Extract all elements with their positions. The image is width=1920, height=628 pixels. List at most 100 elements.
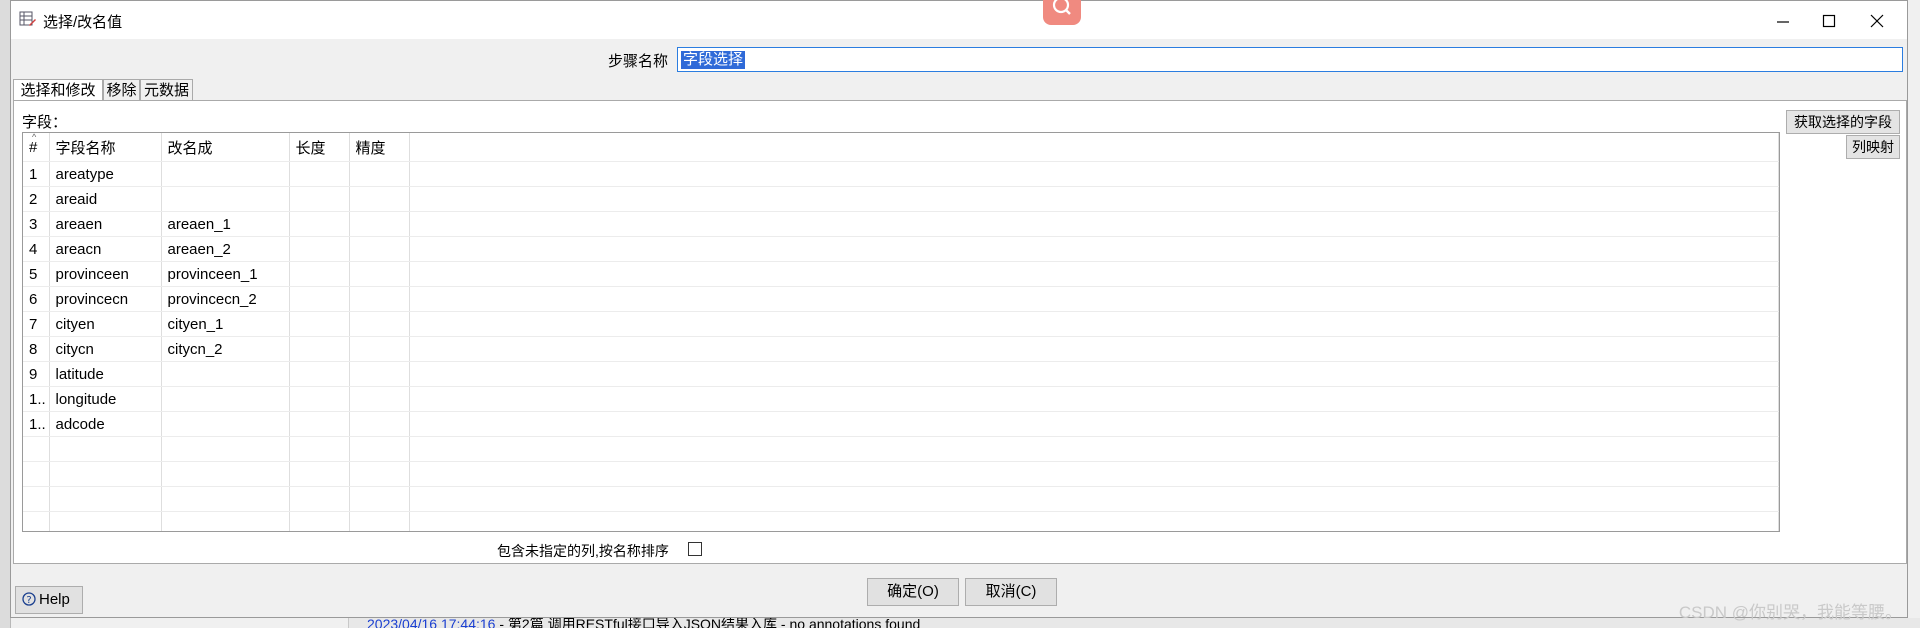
cell-length[interactable] (289, 461, 350, 487)
cell-precision[interactable] (349, 161, 410, 187)
cell-length[interactable] (289, 286, 350, 312)
table-row[interactable]: 1.. adcode (23, 411, 1779, 437)
log-timestamp-link[interactable]: 2023/04/16 17:44:16 (367, 618, 495, 628)
minimize-button[interactable] (1761, 5, 1805, 35)
cell-length[interactable] (289, 236, 350, 262)
cell-num[interactable]: 4 (23, 236, 50, 262)
cell-name[interactable]: provinceen (49, 261, 162, 287)
cell-rename[interactable]: areaen_1 (161, 211, 290, 237)
empty-table-row[interactable] (23, 436, 1779, 462)
cell-num[interactable]: 2 (23, 186, 50, 212)
empty-table-row[interactable] (23, 511, 1779, 531)
cell-name[interactable] (49, 486, 162, 512)
cell-rename[interactable]: areaen_2 (161, 236, 290, 262)
maximize-button[interactable] (1807, 5, 1851, 35)
cell-length[interactable] (289, 261, 350, 287)
cell-rename[interactable]: provinceen_1 (161, 261, 290, 287)
cell-rename[interactable] (161, 186, 290, 212)
step-name-input[interactable]: 字段选择 (677, 47, 1903, 72)
cell-length[interactable] (289, 511, 350, 531)
cell-num[interactable] (23, 511, 50, 531)
cell-precision[interactable] (349, 311, 410, 337)
cell-rename[interactable]: citycn_2 (161, 336, 290, 362)
cell-rename[interactable] (161, 461, 290, 487)
include-unspecified-checkbox[interactable] (688, 542, 702, 556)
cell-precision[interactable] (349, 386, 410, 412)
cell-name[interactable]: areaid (49, 186, 162, 212)
cell-name[interactable]: citycn (49, 336, 162, 362)
cell-name[interactable]: areaen (49, 211, 162, 237)
col-header-field-name[interactable]: 字段名称 (49, 133, 162, 162)
cell-length[interactable] (289, 361, 350, 387)
table-row[interactable]: 3 areaen areaen_1 (23, 211, 1779, 237)
col-header-rename-to[interactable]: 改名成 (161, 133, 290, 162)
cell-length[interactable] (289, 161, 350, 187)
cell-rename[interactable]: cityen_1 (161, 311, 290, 337)
cell-name[interactable]: areacn (49, 236, 162, 262)
cell-num[interactable]: 5 (23, 261, 50, 287)
cell-rename[interactable] (161, 411, 290, 437)
cell-name[interactable] (49, 461, 162, 487)
cell-num[interactable]: 6 (23, 286, 50, 312)
empty-table-row[interactable] (23, 461, 1779, 487)
cell-precision[interactable] (349, 211, 410, 237)
table-row[interactable]: 9 latitude (23, 361, 1779, 387)
cell-rename[interactable] (161, 361, 290, 387)
get-selected-fields-button[interactable]: 获取选择的字段 (1786, 110, 1900, 134)
cell-num[interactable] (23, 436, 50, 462)
cell-name[interactable]: cityen (49, 311, 162, 337)
cell-length[interactable] (289, 411, 350, 437)
cell-rename[interactable] (161, 511, 290, 531)
cell-rename[interactable] (161, 161, 290, 187)
cell-num[interactable]: 7 (23, 311, 50, 337)
cell-num[interactable]: 3 (23, 211, 50, 237)
cell-name[interactable]: longitude (49, 386, 162, 412)
table-row[interactable]: 5 provinceen provinceen_1 (23, 261, 1779, 287)
cell-num[interactable]: 1 (23, 161, 50, 187)
cell-precision[interactable] (349, 411, 410, 437)
cell-precision[interactable] (349, 261, 410, 287)
table-row[interactable]: 1 areatype (23, 161, 1779, 187)
cell-precision[interactable] (349, 361, 410, 387)
cell-length[interactable] (289, 186, 350, 212)
cell-num[interactable]: 9 (23, 361, 50, 387)
cell-precision[interactable] (349, 461, 410, 487)
tab-select-modify[interactable]: 选择和修改 (13, 79, 103, 101)
cell-length[interactable] (289, 486, 350, 512)
cell-name[interactable]: latitude (49, 361, 162, 387)
cell-name[interactable] (49, 511, 162, 531)
tab-metadata[interactable]: 元数据 (140, 79, 193, 101)
floating-search-button[interactable] (1043, 0, 1081, 25)
table-row[interactable]: 6 provincecn provincecn_2 (23, 286, 1779, 312)
close-button[interactable] (1855, 5, 1899, 35)
cell-length[interactable] (289, 211, 350, 237)
cell-precision[interactable] (349, 186, 410, 212)
cancel-button[interactable]: 取消(C) (965, 578, 1057, 606)
cell-length[interactable] (289, 336, 350, 362)
cell-num[interactable] (23, 461, 50, 487)
cell-precision[interactable] (349, 286, 410, 312)
cell-name[interactable]: provincecn (49, 286, 162, 312)
empty-table-row[interactable] (23, 486, 1779, 512)
cell-rename[interactable] (161, 486, 290, 512)
col-header-precision[interactable]: 精度 (349, 133, 410, 162)
table-row[interactable]: 8 citycn citycn_2 (23, 336, 1779, 362)
cell-rename[interactable]: provincecn_2 (161, 286, 290, 312)
help-button[interactable]: ? Help (15, 586, 83, 614)
cell-precision[interactable] (349, 236, 410, 262)
cell-length[interactable] (289, 386, 350, 412)
cell-rename[interactable] (161, 436, 290, 462)
column-mapping-button[interactable]: 列映射 (1846, 135, 1900, 159)
cell-num[interactable] (23, 486, 50, 512)
tab-remove[interactable]: 移除 (103, 79, 140, 101)
cell-num[interactable]: 1.. (23, 386, 50, 412)
table-row[interactable]: 7 cityen cityen_1 (23, 311, 1779, 337)
cell-name[interactable]: adcode (49, 411, 162, 437)
cell-name[interactable]: areatype (49, 161, 162, 187)
cell-length[interactable] (289, 436, 350, 462)
cell-num[interactable]: 1.. (23, 411, 50, 437)
cell-num[interactable]: 8 (23, 336, 50, 362)
table-row[interactable]: 4 areacn areaen_2 (23, 236, 1779, 262)
cell-precision[interactable] (349, 486, 410, 512)
table-row[interactable]: 2 areaid (23, 186, 1779, 212)
